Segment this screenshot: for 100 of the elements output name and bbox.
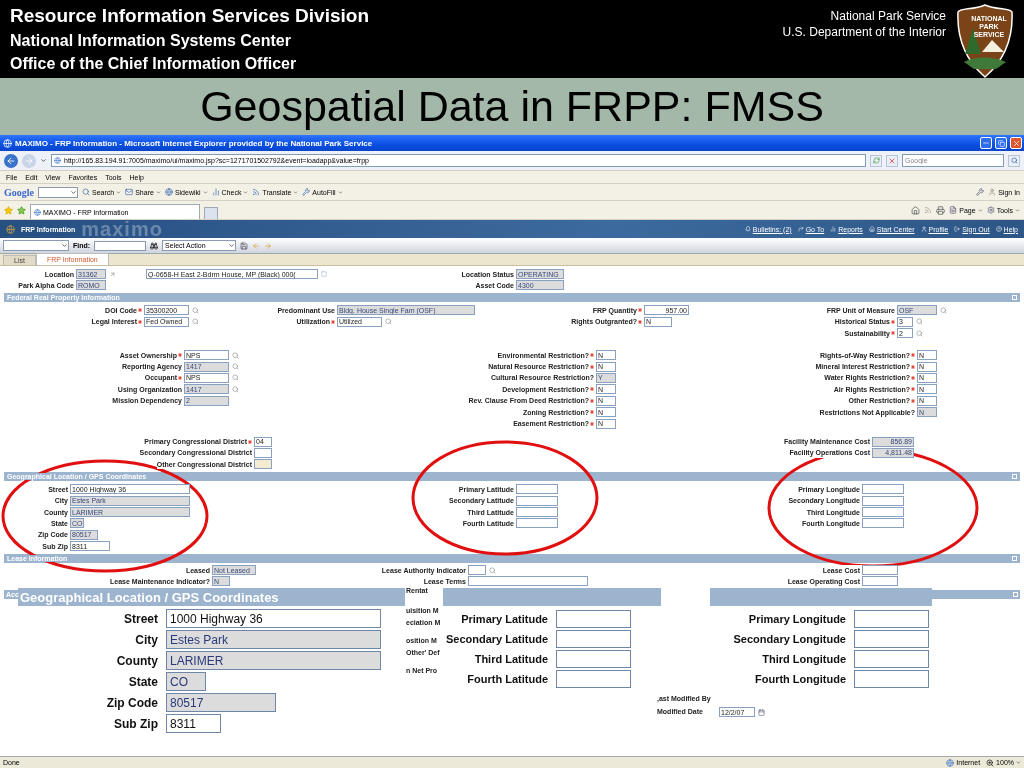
field-label: Primary Longitude <box>747 613 847 625</box>
form-field[interactable]: 8311 <box>166 714 221 733</box>
minimize-icon <box>982 139 990 147</box>
caret-icon <box>116 189 122 195</box>
required-icon <box>638 319 642 324</box>
form-field[interactable]: 80517 <box>166 693 276 712</box>
search-button[interactable] <box>1008 154 1020 167</box>
search-icon[interactable] <box>232 385 239 393</box>
search-icon[interactable] <box>232 374 239 382</box>
caret-icon[interactable] <box>70 188 77 196</box>
form-field[interactable] <box>556 630 631 648</box>
form-field[interactable] <box>862 484 904 495</box>
refresh-button[interactable] <box>870 154 882 167</box>
field-label: State <box>127 674 159 689</box>
form-field[interactable] <box>862 565 898 576</box>
required-icon <box>638 308 642 313</box>
arrow-icon[interactable] <box>109 270 116 278</box>
form-field[interactable] <box>516 495 558 506</box>
wrench-icon[interactable] <box>976 188 985 196</box>
caret-icon <box>337 189 343 195</box>
search-icon[interactable] <box>385 318 392 326</box>
form-field[interactable]: Estes Park <box>166 630 381 649</box>
query-select[interactable] <box>3 240 69 251</box>
required-icon <box>331 319 335 324</box>
search-icon[interactable] <box>916 318 923 326</box>
form-field[interactable]: CO <box>166 672 206 691</box>
required-icon <box>590 410 594 415</box>
form-field[interactable] <box>862 507 904 518</box>
brand-watermark: maximo <box>81 220 163 238</box>
form-field[interactable] <box>862 576 898 587</box>
form-field[interactable] <box>854 670 929 688</box>
restore-icon <box>997 139 1005 147</box>
binoculars-icon[interactable] <box>150 241 159 250</box>
link-icon <box>995 226 1002 232</box>
field-label: Secondary Longitude <box>732 633 847 645</box>
new-tab-button[interactable] <box>204 207 218 219</box>
caret-icon <box>155 189 161 195</box>
detail-icon[interactable] <box>321 271 327 277</box>
required-icon <box>178 353 182 358</box>
required-icon <box>248 439 252 444</box>
form-field[interactable] <box>556 610 631 628</box>
restore-button[interactable] <box>995 137 1007 149</box>
back-button[interactable] <box>4 153 18 168</box>
required-icon <box>590 353 594 358</box>
form-field[interactable] <box>468 565 486 576</box>
required-icon <box>911 398 915 403</box>
form-field[interactable] <box>556 670 631 688</box>
form-field[interactable] <box>862 495 904 506</box>
toolbar-icon <box>211 188 220 196</box>
star-icon[interactable] <box>17 205 26 215</box>
search-icon[interactable] <box>489 566 496 574</box>
form-field[interactable]: LARIMER <box>166 651 381 670</box>
app-logo-icon <box>6 224 15 234</box>
caret-icon <box>293 189 299 195</box>
next-icon[interactable] <box>264 241 273 250</box>
star-icon[interactable] <box>4 205 13 215</box>
minimize-button[interactable] <box>980 137 992 149</box>
home-icon[interactable] <box>911 205 921 215</box>
form-field[interactable] <box>556 650 631 668</box>
toolbar-icon <box>164 188 173 196</box>
search-icon[interactable] <box>192 318 199 326</box>
form-field[interactable]: 1000 Highway 36 <box>166 609 381 628</box>
form-field[interactable] <box>854 610 929 628</box>
form-field[interactable] <box>254 459 272 470</box>
caret-icon <box>243 189 249 195</box>
globe-icon <box>946 758 955 767</box>
form-field[interactable] <box>854 630 929 648</box>
print-icon[interactable] <box>936 205 946 215</box>
close-button[interactable] <box>1010 137 1022 149</box>
form-field[interactable] <box>862 518 904 529</box>
stop-button[interactable] <box>886 154 898 167</box>
form-field[interactable] <box>254 447 272 458</box>
search-icon[interactable] <box>940 306 947 314</box>
back-icon <box>6 155 16 166</box>
form-field[interactable] <box>516 484 558 495</box>
feed-icon[interactable] <box>924 206 933 214</box>
search-icon[interactable] <box>916 329 923 337</box>
search-icon[interactable] <box>192 306 199 314</box>
google-search-field[interactable] <box>38 186 78 198</box>
form-field[interactable] <box>854 650 929 668</box>
required-icon <box>178 375 182 380</box>
zoom-icon <box>986 758 995 767</box>
form-field[interactable] <box>516 518 558 529</box>
form-field[interactable] <box>516 507 558 518</box>
toolbar-icon <box>125 188 134 196</box>
find-field[interactable] <box>94 240 147 251</box>
calendar-icon[interactable] <box>758 708 765 716</box>
section-header[interactable] <box>932 590 1020 600</box>
field-label: Street <box>123 611 159 626</box>
save-icon[interactable] <box>240 241 249 250</box>
caret-icon[interactable] <box>40 157 47 164</box>
previous-icon[interactable] <box>252 241 261 250</box>
organization-name: U.S. Department of the Interior <box>782 24 946 40</box>
caret-icon <box>1016 760 1021 765</box>
search-icon[interactable] <box>232 351 239 359</box>
panel-title: Geographical Location / GPS Coordinates <box>20 589 279 605</box>
header-line: Resource Information Services Division <box>10 4 369 28</box>
form-field[interactable] <box>468 576 588 587</box>
search-icon[interactable] <box>232 363 239 371</box>
header-line: National Information Systems Center <box>10 31 292 51</box>
